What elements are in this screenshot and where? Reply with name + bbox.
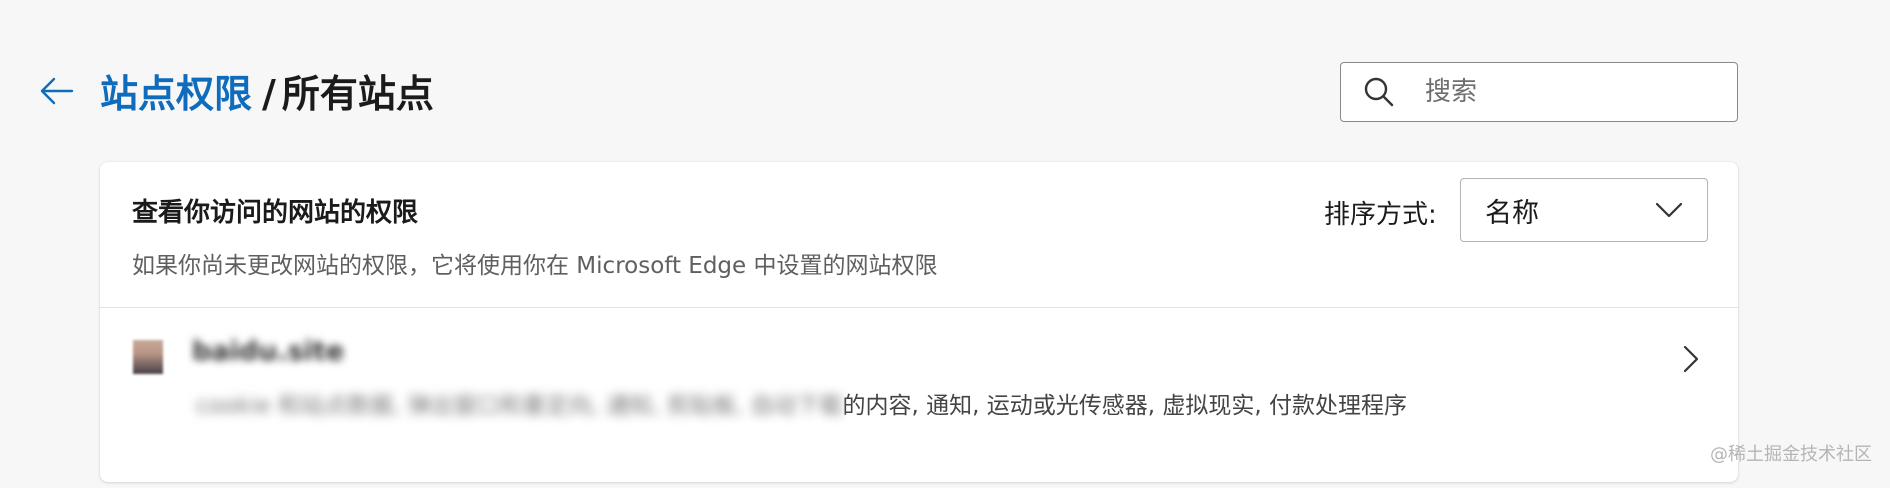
- page-title: 站点权限 / 所有站点: [100, 68, 434, 120]
- breadcrumb-site-permissions-link[interactable]: 站点权限: [100, 72, 252, 116]
- chevron-right-icon[interactable]: [1680, 344, 1702, 374]
- sort-label: 排序方式:: [1324, 200, 1437, 230]
- panel-header: 查看你访问的网站的权限 如果你尚未更改网站的权限，它将使用你在 Microsof…: [100, 162, 1738, 308]
- watermark: @稀土掘金技术社区: [1710, 444, 1872, 465]
- arrow-left-icon: [38, 76, 74, 110]
- site-name: baidu.site: [192, 336, 345, 367]
- site-permissions-panel: 查看你访问的网站的权限 如果你尚未更改网站的权限，它将使用你在 Microsof…: [100, 162, 1738, 482]
- chevron-down-icon: [1655, 200, 1683, 220]
- back-button[interactable]: [36, 76, 76, 110]
- site-permissions-visible: 的内容, 通知, 运动或光传感器, 虚拟现实, 付款处理程序: [842, 393, 1407, 419]
- search-input[interactable]: [1423, 76, 1727, 108]
- panel-title: 查看你访问的网站的权限: [132, 198, 419, 228]
- breadcrumb-current: 所有站点: [281, 72, 434, 116]
- site-favicon: [133, 340, 163, 374]
- search-icon: [1363, 75, 1397, 109]
- panel-description: 如果你尚未更改网站的权限，它将使用你在 Microsoft Edge 中设置的网…: [132, 253, 938, 279]
- search-box[interactable]: [1340, 62, 1738, 122]
- breadcrumb-separator: /: [262, 72, 276, 116]
- site-permissions-obscured: cookie 和站点数据, 弹出窗口和重定向, 通知, 剪贴板, 自动下载: [196, 393, 843, 419]
- sort-dropdown[interactable]: 名称: [1460, 178, 1708, 242]
- sort-selected-value: 名称: [1485, 197, 1539, 229]
- site-permissions-summary: cookie 和站点数据, 弹出窗口和重定向, 通知, 剪贴板, 自动下载的内容…: [196, 390, 1716, 422]
- site-list-item[interactable]: baidu.site cookie 和站点数据, 弹出窗口和重定向, 通知, 剪…: [100, 308, 1738, 488]
